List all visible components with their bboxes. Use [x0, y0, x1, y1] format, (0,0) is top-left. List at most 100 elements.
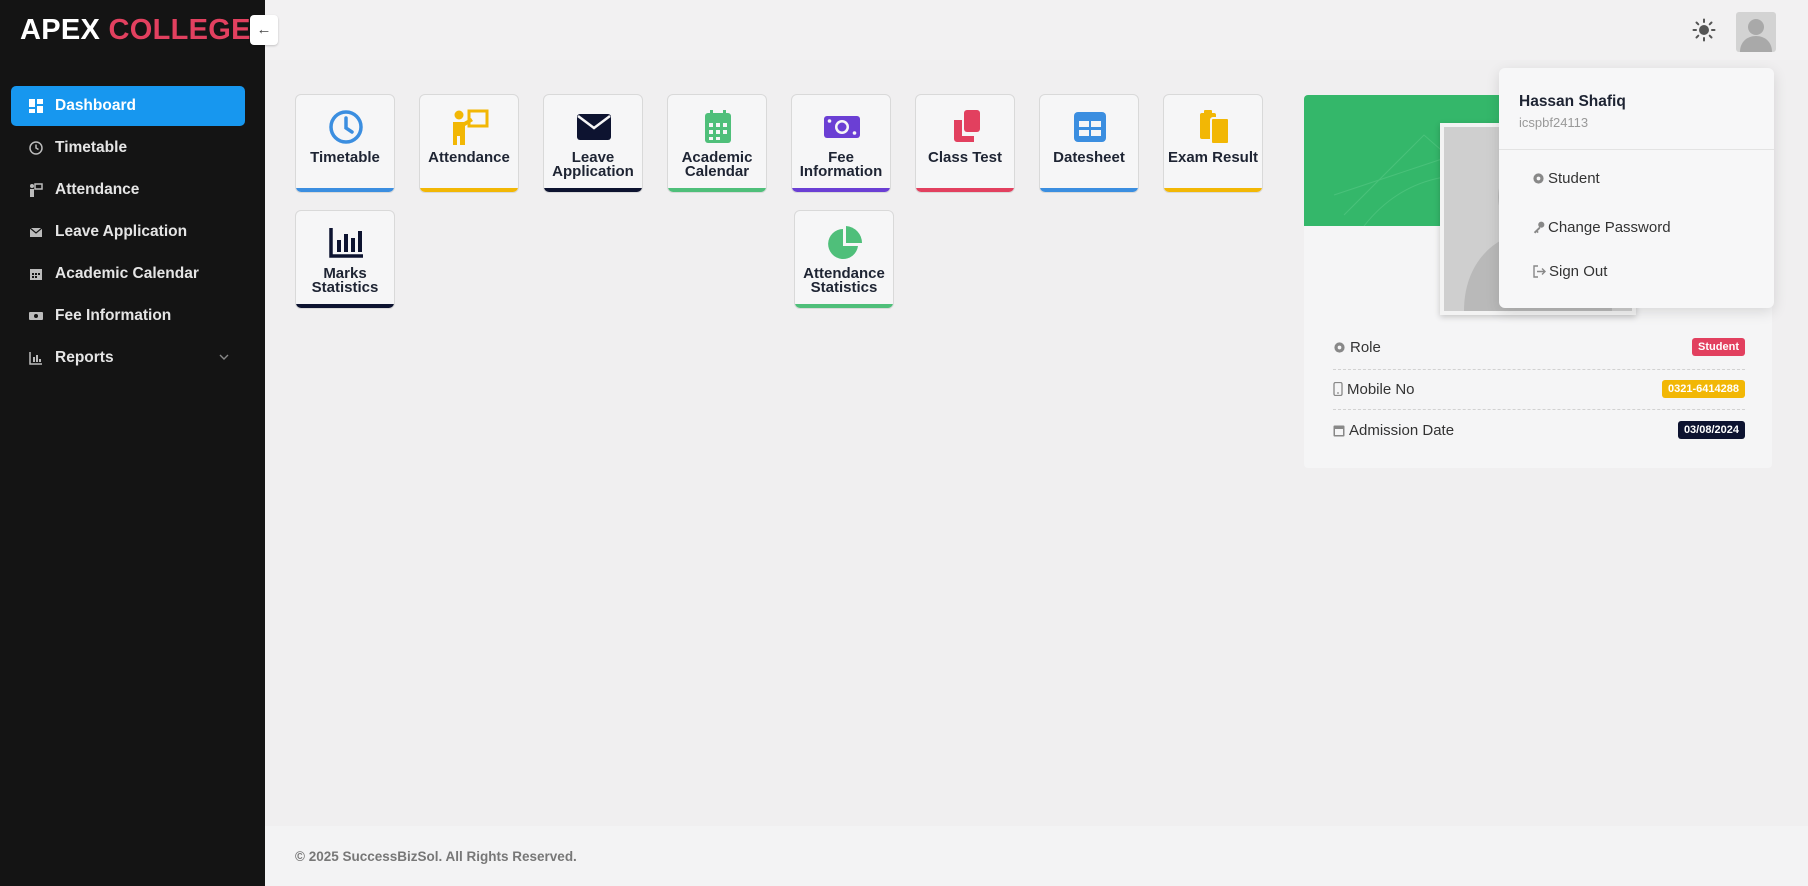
- sidebar-item-attendance[interactable]: Attendance: [11, 170, 245, 210]
- tile-label: Leave Application: [552, 149, 634, 180]
- calendar-icon: [29, 267, 43, 281]
- brand-logo: APEX COLLEGE: [20, 14, 251, 47]
- money-icon: [29, 309, 43, 323]
- menu-item-label: Change Password: [1548, 219, 1671, 236]
- user-dropdown-menu: Hassan Shafiq icspbf24113 Student Change…: [1499, 68, 1774, 308]
- clock-icon: [29, 141, 43, 155]
- tile-label: Academic Calendar: [681, 149, 753, 180]
- brand-word-college: COLLEGE: [108, 14, 251, 46]
- clipboard-icon: [1194, 109, 1234, 145]
- tile-label: Attendance Statistics: [803, 265, 885, 296]
- teacher-icon: [29, 183, 43, 197]
- calendar-icon: [698, 109, 738, 145]
- tile-datesheet[interactable]: Datesheet: [1039, 94, 1139, 193]
- copyright-text: © 2025 SuccessBizSol. All Rights Reserve…: [295, 849, 577, 864]
- tile-timetable[interactable]: Timetable: [295, 94, 395, 193]
- user-name: Hassan Shafiq: [1519, 93, 1626, 110]
- sidebar-item-timetable[interactable]: Timetable: [11, 128, 245, 168]
- tile-label: Class Test: [928, 149, 1002, 166]
- admission-badge: 03/08/2024: [1677, 421, 1745, 439]
- user-avatar[interactable]: [1736, 12, 1776, 52]
- chevron-down-icon: [217, 350, 231, 364]
- sidebar: APEX COLLEGE Dashboard Timetable Attenda…: [0, 0, 265, 886]
- tile-accent-bar: [420, 188, 518, 192]
- menu-item-label: Sign Out: [1549, 263, 1608, 280]
- tile-accent-bar: [795, 304, 893, 308]
- table-icon: [1070, 109, 1110, 145]
- money-icon: [822, 109, 862, 145]
- tile-label: Marks Statistics: [311, 265, 379, 296]
- menu-item-sign-out[interactable]: Sign Out: [1532, 263, 1607, 280]
- menu-item-student[interactable]: Student: [1532, 170, 1600, 187]
- user-id: icspbf24113: [1519, 115, 1589, 130]
- pie-chart-icon: [825, 225, 865, 261]
- clock-icon: [326, 109, 366, 145]
- teacher-icon: [450, 109, 490, 145]
- sidebar-item-dashboard[interactable]: Dashboard: [11, 86, 245, 126]
- profile-row-role: Role Student: [1333, 329, 1745, 365]
- tile-attendance-statistics[interactable]: Attendance Statistics: [794, 210, 894, 309]
- sidebar-item-label: Leave Application: [55, 223, 188, 240]
- tile-class-test[interactable]: Class Test: [915, 94, 1015, 193]
- sign-out-icon: [1533, 265, 1546, 278]
- dashboard-icon: [29, 99, 43, 113]
- sidebar-item-label: Dashboard: [55, 97, 136, 114]
- tile-accent-bar: [1164, 188, 1262, 192]
- sidebar-nav: Dashboard Timetable Attendance Leave App…: [11, 86, 245, 380]
- sidebar-item-label: Fee Information: [55, 307, 172, 324]
- menu-item-label: Student: [1548, 170, 1600, 187]
- profile-row-admission-date: Admission Date 03/08/2024: [1333, 412, 1745, 448]
- key-icon: [1533, 221, 1545, 234]
- sidebar-item-academic-calendar[interactable]: Academic Calendar: [11, 254, 245, 294]
- gear-icon: [1334, 341, 1345, 353]
- sun-icon[interactable]: [1692, 18, 1716, 42]
- tile-label: Attendance: [428, 149, 510, 166]
- tile-accent-bar: [668, 188, 766, 192]
- mobile-icon: [1333, 382, 1343, 396]
- tile-accent-bar: [1040, 188, 1138, 192]
- menu-item-change-password[interactable]: Change Password: [1532, 219, 1671, 236]
- tile-accent-bar: [296, 188, 394, 192]
- tile-attendance[interactable]: Attendance: [419, 94, 519, 193]
- mobile-badge: 0321-6414288: [1662, 380, 1745, 398]
- sidebar-item-fee-information[interactable]: Fee Information: [11, 296, 245, 336]
- tile-accent-bar: [544, 188, 642, 192]
- sidebar-item-label: Reports: [55, 349, 114, 366]
- sidebar-item-reports[interactable]: Reports: [11, 338, 245, 378]
- profile-row-mobile: Mobile No 0321-6414288: [1333, 371, 1745, 407]
- tile-exam-result[interactable]: Exam Result: [1163, 94, 1263, 193]
- tile-accent-bar: [792, 188, 890, 192]
- mobile-label: Mobile No: [1347, 380, 1415, 398]
- role-badge: Student: [1692, 338, 1745, 356]
- envelope-icon: [29, 225, 43, 239]
- tile-label: Timetable: [310, 149, 380, 166]
- divider: [1333, 369, 1745, 370]
- sidebar-item-leave-application[interactable]: Leave Application: [11, 212, 245, 252]
- tile-label: Datesheet: [1053, 149, 1125, 166]
- sidebar-item-label: Academic Calendar: [55, 265, 199, 282]
- tile-marks-statistics[interactable]: Marks Statistics: [295, 210, 395, 309]
- tile-accent-bar: [916, 188, 1014, 192]
- tile-fee-information[interactable]: Fee Information: [791, 94, 891, 193]
- bar-chart-icon: [326, 225, 366, 261]
- calendar-icon: [1333, 425, 1345, 436]
- copy-icon: [946, 109, 986, 145]
- footer: © 2025 SuccessBizSol. All Rights Reserve…: [265, 826, 1808, 886]
- admission-label: Admission Date: [1349, 421, 1455, 439]
- chart-icon: [29, 351, 43, 365]
- tile-academic-calendar[interactable]: Academic Calendar: [667, 94, 767, 193]
- sidebar-item-label: Attendance: [55, 181, 140, 198]
- tile-leave-application[interactable]: Leave Application: [543, 94, 643, 193]
- tile-accent-bar: [296, 304, 394, 308]
- sidebar-item-label: Timetable: [55, 139, 128, 156]
- arrow-left-icon: ←: [256, 21, 272, 38]
- divider: [1499, 149, 1774, 150]
- brand-word-apex: APEX: [20, 14, 101, 46]
- gear-icon: [1533, 173, 1544, 184]
- divider: [1333, 409, 1745, 410]
- sidebar-collapse-button[interactable]: ←: [250, 15, 278, 45]
- role-label: Role: [1350, 338, 1381, 356]
- tile-label: Exam Result: [1167, 149, 1259, 166]
- top-bar: [265, 0, 1808, 60]
- tile-label: Fee Information: [799, 149, 883, 180]
